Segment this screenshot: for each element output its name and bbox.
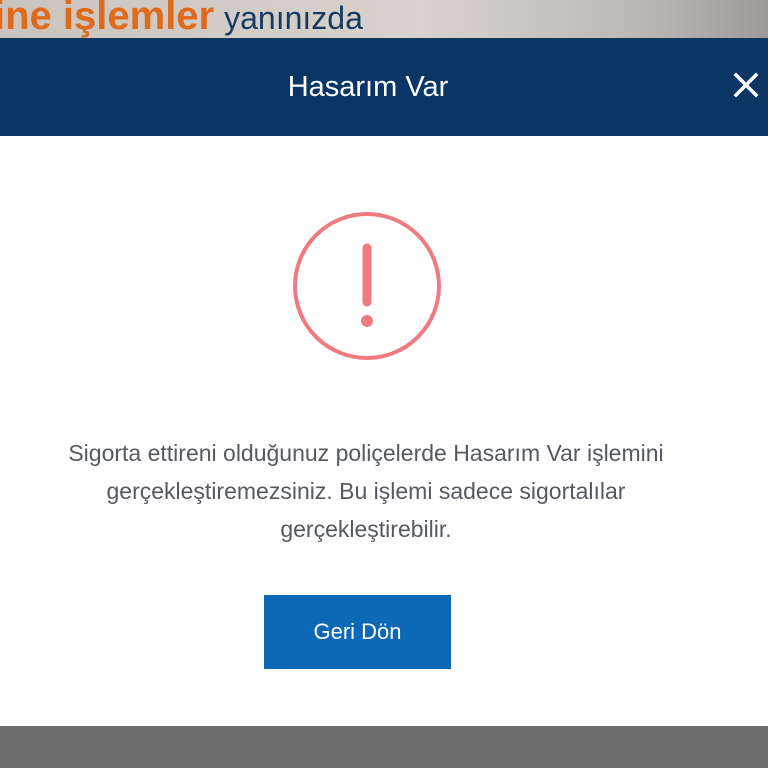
banner-highlight-text: ine işlemler	[0, 0, 215, 38]
close-button[interactable]	[728, 67, 768, 107]
modal-message: Sigorta ettireni olduğunuz poliçelerde H…	[68, 440, 664, 542]
modal-header: Hasarım Var	[0, 38, 768, 136]
exclamation-circle-icon	[293, 212, 441, 360]
modal-overlay[interactable]	[0, 726, 768, 768]
background-page: ine işlemler yanınızda	[0, 0, 768, 40]
back-button[interactable]: Geri Dön	[264, 595, 451, 669]
close-icon	[733, 72, 759, 98]
hasarim-var-modal: Hasarım Var Sigorta ettireni olduğunuz p…	[0, 38, 768, 726]
background-banner: ine işlemler yanınızda	[0, 0, 363, 39]
banner-rest-text: yanınızda	[224, 0, 363, 36]
modal-title: Hasarım Var	[287, 71, 449, 103]
screen: ine işlemler yanınızda Hasarım Var Sigort…	[0, 0, 768, 768]
